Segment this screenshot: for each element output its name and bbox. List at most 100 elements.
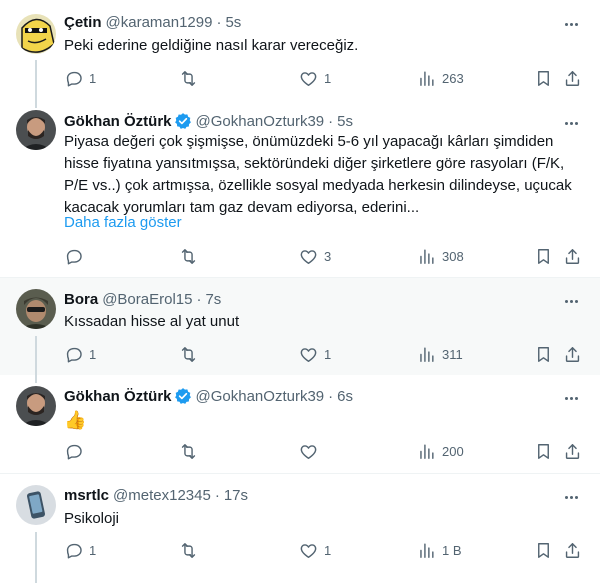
- view-count: 263: [442, 70, 464, 86]
- avatar[interactable]: [16, 386, 56, 426]
- views-button[interactable]: 308: [417, 245, 464, 267]
- reply-icon: [64, 247, 83, 266]
- verified-icon: [174, 113, 191, 129]
- reply-button[interactable]: 1: [64, 67, 96, 89]
- view-count: 308: [442, 248, 464, 264]
- share-button[interactable]: [563, 67, 582, 89]
- more-options-icon[interactable]: [562, 15, 580, 33]
- author-name[interactable]: Bora: [64, 291, 98, 308]
- tweet-text: 👍: [64, 410, 87, 430]
- profile-photo: [16, 386, 56, 426]
- retweet-button[interactable]: [179, 245, 198, 267]
- avatar[interactable]: [16, 289, 56, 329]
- share-button[interactable]: [563, 343, 582, 365]
- tweet-text: Piyasa değeri çok şişmişse, önümüzdeki 5…: [64, 131, 594, 219]
- timestamp[interactable]: 6s: [337, 388, 353, 405]
- bookmark-button[interactable]: [534, 539, 553, 561]
- more-options-icon[interactable]: [562, 114, 580, 132]
- reply-icon: [64, 345, 83, 364]
- tweet-actions: 1 1 311: [64, 343, 584, 365]
- author-handle[interactable]: @metex12345: [113, 487, 211, 504]
- retweet-button[interactable]: [179, 440, 198, 462]
- like-count: 1: [324, 70, 332, 86]
- tweet-1[interactable]: Çetin @karaman1299 · 5s Peki ederine gel…: [0, 0, 600, 100]
- share-icon: [563, 442, 582, 461]
- timestamp[interactable]: 17s: [224, 487, 248, 504]
- reply-button[interactable]: 1: [64, 539, 96, 561]
- like-count: 1: [324, 542, 332, 558]
- more-options-icon[interactable]: [562, 389, 580, 407]
- author-name[interactable]: Gökhan Öztürk: [64, 388, 172, 405]
- views-button[interactable]: 1 B: [417, 539, 462, 561]
- more-options-icon[interactable]: [562, 488, 580, 506]
- like-icon: [299, 345, 318, 364]
- views-button[interactable]: 200: [417, 440, 464, 462]
- thread-line: [35, 375, 37, 383]
- reply-button[interactable]: [64, 440, 83, 462]
- reply-icon: [64, 442, 83, 461]
- tweet-3[interactable]: Bora @BoraErol15 · 7s Kıssadan hisse al …: [0, 278, 600, 375]
- share-button[interactable]: [563, 245, 582, 267]
- avatar[interactable]: [16, 110, 56, 150]
- reply-icon: [64, 541, 83, 560]
- author-handle[interactable]: @karaman1299: [106, 14, 213, 31]
- bookmark-button[interactable]: [534, 440, 553, 462]
- reply-button[interactable]: [64, 245, 83, 267]
- share-button[interactable]: [563, 539, 582, 561]
- author-name[interactable]: Gökhan Öztürk: [64, 113, 172, 130]
- bookmark-icon: [534, 442, 553, 461]
- separator-dot: ·: [216, 13, 222, 31]
- like-button[interactable]: [299, 440, 318, 462]
- retweet-icon: [179, 541, 198, 560]
- avatar[interactable]: [16, 485, 56, 525]
- retweet-button[interactable]: [179, 67, 198, 89]
- author-handle[interactable]: @BoraErol15: [102, 291, 192, 308]
- author-name[interactable]: msrtlc: [64, 487, 109, 504]
- separator-dot: ·: [328, 112, 334, 130]
- views-button[interactable]: 263: [417, 67, 464, 89]
- reply-button[interactable]: 1: [64, 343, 96, 365]
- reply-count: 1: [89, 346, 97, 362]
- more-options-icon[interactable]: [562, 292, 580, 310]
- share-icon: [563, 247, 582, 266]
- like-button[interactable]: 1: [299, 67, 331, 89]
- like-button[interactable]: 1: [299, 539, 331, 561]
- tweet-header: Gökhan Öztürk @GokhanOzturk39 · 6s: [64, 386, 353, 406]
- retweet-icon: [179, 442, 198, 461]
- view-count: 311: [442, 346, 463, 362]
- retweet-icon: [179, 69, 198, 88]
- retweet-button[interactable]: [179, 343, 198, 365]
- author-name[interactable]: Çetin: [64, 14, 102, 31]
- bookmark-button[interactable]: [534, 245, 553, 267]
- separator-dot: ·: [328, 387, 334, 405]
- bookmark-button[interactable]: [534, 67, 553, 89]
- thread-line: [35, 532, 37, 583]
- retweet-icon: [179, 247, 198, 266]
- tweet-header: Çetin @karaman1299 · 5s: [64, 12, 241, 32]
- bookmark-button[interactable]: [534, 343, 553, 365]
- author-handle[interactable]: @GokhanOzturk39: [196, 388, 325, 405]
- views-button[interactable]: 311: [417, 343, 463, 365]
- like-button[interactable]: 1: [299, 343, 331, 365]
- timestamp[interactable]: 5s: [337, 113, 353, 130]
- timestamp[interactable]: 7s: [205, 291, 221, 308]
- timestamp[interactable]: 5s: [225, 14, 241, 31]
- tweet-text-line: hisse fiyatına yansıtmışsa, sektöründeki…: [64, 155, 565, 172]
- like-count: 1: [324, 346, 332, 362]
- show-more-link[interactable]: Daha fazla göster: [64, 214, 182, 231]
- author-handle[interactable]: @GokhanOzturk39: [196, 113, 325, 130]
- view-count: 200: [442, 443, 464, 459]
- bookmark-icon: [534, 345, 553, 364]
- separator-dot: ·: [214, 486, 220, 504]
- avatar[interactable]: [16, 14, 56, 54]
- share-button[interactable]: [563, 440, 582, 462]
- retweet-button[interactable]: [179, 539, 198, 561]
- separator-dot: ·: [196, 290, 202, 308]
- tweet-5[interactable]: msrtlc @metex12345 · 17s Psikoloji 1 1 1…: [0, 474, 600, 583]
- tweet-2[interactable]: Gökhan Öztürk @GokhanOzturk39 · 5s Piyas…: [0, 100, 600, 277]
- like-button[interactable]: 3: [299, 245, 331, 267]
- views-icon: [417, 247, 436, 266]
- tweet-text: Psikoloji: [64, 510, 120, 527]
- tweet-4[interactable]: Gökhan Öztürk @GokhanOzturk39 · 6s 👍 200: [0, 375, 600, 473]
- like-icon: [299, 442, 318, 461]
